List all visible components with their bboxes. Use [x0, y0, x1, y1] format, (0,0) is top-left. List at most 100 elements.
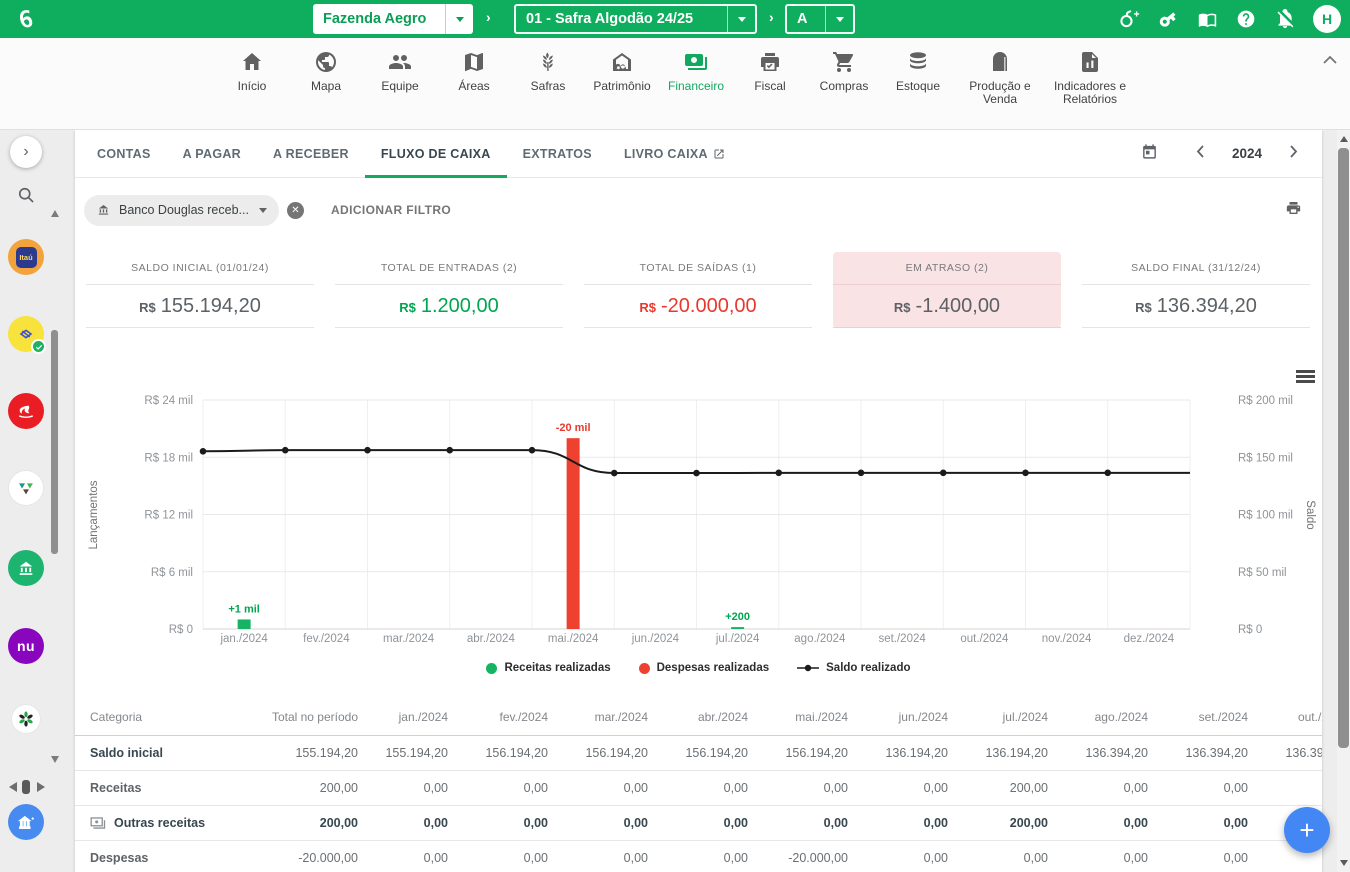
field-selector[interactable]: A	[785, 4, 855, 34]
bank-shortcut-v-bank[interactable]	[8, 470, 44, 506]
saldo-point-0[interactable]	[200, 448, 207, 455]
collapse-navbar-button[interactable]	[1322, 52, 1340, 66]
search-icon[interactable]	[16, 185, 36, 205]
tab-fluxo-de-caixa[interactable]: FLUXO DE CAIXA	[365, 130, 507, 177]
svg-text:fev./2024: fev./2024	[303, 633, 350, 645]
financeiro-panel: CONTASA PAGARA RECEBERFLUXO DE CAIXA EXTR…	[75, 130, 1322, 872]
bank-shortcut-bank-generic[interactable]	[8, 550, 44, 586]
nav-item-people[interactable]: Equipe	[363, 49, 437, 106]
next-year-button[interactable]	[1284, 141, 1304, 167]
saldo-point-10[interactable]	[1022, 470, 1029, 477]
bar-receitas-realizadas-6[interactable]	[731, 627, 744, 629]
saldo-point-1[interactable]	[282, 447, 289, 454]
nav-item-barn[interactable]: Patrimônio	[585, 49, 659, 106]
nav-item-money[interactable]: Financeiro	[659, 49, 733, 106]
help-icon[interactable]	[1235, 8, 1257, 30]
saldo-point-2[interactable]	[364, 447, 371, 454]
svg-text:jun./2024: jun./2024	[631, 633, 680, 645]
bank-shortcut-banco-do-brasil[interactable]	[8, 316, 44, 352]
tab-livro-caixa[interactable]: LIVRO CAIXA	[608, 130, 741, 177]
nav-item-fiscal-machine[interactable]: Fiscal	[733, 49, 807, 106]
saldo-point-6[interactable]	[693, 470, 700, 477]
bar-receitas-realizadas-0[interactable]	[238, 619, 251, 629]
page-scrollbar[interactable]	[1337, 130, 1350, 872]
sidebar-scroll-left-arrow[interactable]	[9, 782, 17, 792]
tab-label: EXTRATOS	[523, 147, 592, 161]
add-bank-button[interactable]	[8, 804, 44, 840]
saldo-point-7[interactable]	[775, 470, 782, 477]
row-value: 0,00	[360, 781, 450, 795]
notifications-off-icon[interactable]	[1274, 8, 1296, 30]
aegro-plus-icon[interactable]	[1118, 8, 1140, 30]
sidebar-scroll-up-arrow[interactable]	[51, 210, 59, 217]
sidebar-scroll-down-arrow[interactable]	[51, 756, 59, 763]
tab-extratos[interactable]: EXTRATOS	[507, 130, 608, 177]
row-value: 0,00	[1150, 851, 1250, 865]
previous-year-button[interactable]	[1190, 141, 1210, 167]
farm-selector-caret[interactable]	[445, 4, 473, 34]
expand-sidebar-button[interactable]: ›	[10, 136, 42, 168]
summary-card-em-alert[interactable]: EM ATRASO (2)R$-1.400,00	[833, 252, 1061, 328]
nav-item-stock-database[interactable]: Estoque	[881, 49, 955, 106]
book-icon[interactable]	[1196, 8, 1218, 30]
summary-card-label: TOTAL DE SAÍDAS (1)	[584, 252, 812, 285]
saldo-point-4[interactable]	[529, 447, 536, 454]
saldo-point-5[interactable]	[611, 470, 618, 477]
legend-item-saldo-realizado[interactable]: Saldo realizado	[797, 662, 910, 674]
row-value: 136.194,20	[950, 746, 1050, 760]
bank-icon	[96, 203, 111, 217]
bank-shortcut-itau[interactable]: Itaú	[8, 239, 44, 275]
filter-chip[interactable]: Banco Douglas receb...	[84, 195, 279, 226]
tab-a-receber[interactable]: A RECEBER	[257, 130, 365, 177]
saldo-point-9[interactable]	[940, 470, 947, 477]
bank-shortcut-santander[interactable]	[8, 393, 44, 429]
nav-item-areas-map[interactable]: Áreas	[437, 49, 511, 106]
table-row-receitas[interactable]: Receitas200,000,000,000,000,000,000,0020…	[75, 771, 1322, 806]
saldo-point-8[interactable]	[858, 470, 865, 477]
chart-legend: Receitas realizadas Despesas realizadas Sa…	[75, 658, 1322, 678]
nav-item-silo[interactable]: Produção e Venda	[955, 49, 1045, 106]
sidebar-hscrollbar-thumb[interactable]	[22, 780, 30, 794]
summary-card-value: R$-1.400,00	[833, 285, 1061, 328]
nav-item-report-document[interactable]: Indicadores e Relatórios	[1045, 49, 1135, 106]
module-navbar: InícioMapaEquipeÁreasSafrasPatrimônioFin…	[0, 38, 1350, 130]
add-transaction-fab[interactable]: +	[1284, 807, 1330, 853]
bank-shortcut-nubank[interactable]: nu	[8, 628, 44, 664]
nubank-logo: nu	[17, 638, 35, 654]
app-header: ∂ Fazenda Aegro › 01 - Safra Algodão 24/…	[0, 0, 1350, 38]
harvest-selector[interactable]: 01 - Safra Algodão 24/25	[514, 4, 757, 34]
legend-item-receitas-realizadas[interactable]: Receitas realizadas	[486, 662, 610, 674]
scroll-down-arrow[interactable]	[1340, 860, 1348, 866]
key-icon[interactable]	[1157, 8, 1179, 30]
field-selector-caret[interactable]	[825, 6, 853, 32]
bank-shortcut-coop-bank[interactable]	[11, 704, 41, 734]
print-button[interactable]	[1285, 200, 1302, 221]
nav-item-home[interactable]: Início	[215, 49, 289, 106]
nav-item-wheat[interactable]: Safras	[511, 49, 585, 106]
nav-item-cart[interactable]: Compras	[807, 49, 881, 106]
legend-item-despesas-realizadas[interactable]: Despesas realizadas	[639, 662, 770, 674]
svg-text:R$ 18 mil: R$ 18 mil	[144, 452, 193, 464]
scrollbar-thumb[interactable]	[1338, 148, 1349, 748]
harvest-selector-caret[interactable]	[727, 6, 755, 32]
bar-despesas-realizadas-4[interactable]	[567, 438, 580, 629]
nav-item-globe[interactable]: Mapa	[289, 49, 363, 106]
remove-filter-button[interactable]: ✕	[287, 202, 304, 219]
table-row-despesas[interactable]: Despesas-20.000,000,000,000,000,00-20.00…	[75, 841, 1322, 872]
saldo-point-11[interactable]	[1104, 470, 1111, 477]
scroll-up-arrow[interactable]	[1340, 136, 1348, 142]
chart-menu-icon[interactable]	[1296, 370, 1315, 386]
tab-contas[interactable]: CONTAS	[81, 130, 167, 177]
calendar-icon[interactable]	[1141, 143, 1158, 165]
user-avatar[interactable]: H	[1313, 5, 1341, 33]
farm-selector[interactable]: Fazenda Aegro	[313, 4, 473, 34]
table-row-outras-receitas[interactable]: Outras receitas200,000,000,000,000,000,0…	[75, 806, 1322, 841]
svg-text:R$ 150 mil: R$ 150 mil	[1238, 452, 1293, 464]
table-row-saldo-inicial[interactable]: Saldo inicial155.194,20155.194,20156.194…	[75, 736, 1322, 771]
sidebar-scrollbar-thumb[interactable]	[51, 330, 58, 554]
add-filter-button[interactable]: ADICIONAR FILTRO	[331, 203, 451, 217]
saldo-point-3[interactable]	[446, 447, 453, 454]
sidebar-scroll-right-arrow[interactable]	[37, 782, 45, 792]
row-category: Outras receitas	[75, 816, 260, 830]
tab-a-pagar[interactable]: A PAGAR	[167, 130, 257, 177]
